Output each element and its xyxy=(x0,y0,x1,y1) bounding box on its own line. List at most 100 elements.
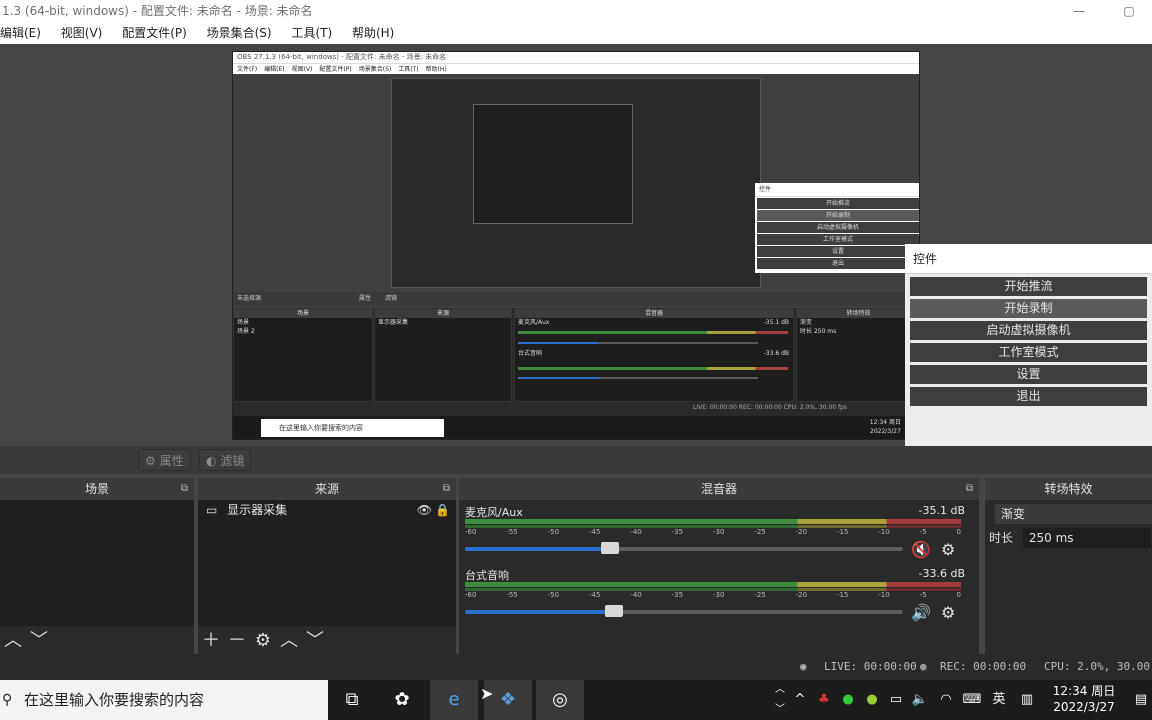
menu-tools[interactable]: 工具(T) xyxy=(283,22,340,44)
menu-view[interactable]: 视图(V) xyxy=(53,22,111,44)
task-view-icon[interactable]: ⧉ xyxy=(328,680,376,720)
menu-scene-collection[interactable]: 场景集合(S) xyxy=(199,22,280,44)
eye-icon[interactable]: 👁 xyxy=(417,500,432,520)
gear-icon[interactable]: ⚙ xyxy=(941,603,955,622)
taskbar-search[interactable]: ⚲ 在这里输入你要搜索的内容 xyxy=(0,680,328,720)
move-down-icon[interactable]: ﹀ xyxy=(26,628,52,654)
window-title-bar: 1.3 (64-bit, windows) - 配置文件: 未命名 - 场景: … xyxy=(0,0,1152,22)
gear-icon[interactable]: ⚙ xyxy=(941,540,955,559)
scenes-dock: 场景 ⧉ ︿ ﹀ xyxy=(0,478,194,654)
sources-list[interactable]: ▭ 显示器采集 👁 🔒 xyxy=(198,500,456,626)
nested-search: 在这里输入你要搜索的内容 xyxy=(261,419,444,437)
add-source-icon[interactable]: ＋ xyxy=(198,628,224,654)
level-meter xyxy=(465,519,961,524)
maximize-button[interactable]: ▢ xyxy=(1106,0,1152,22)
scenes-title: 场景 xyxy=(84,482,109,496)
nested-duration: 时长 250 ms xyxy=(797,327,919,336)
tray-scroll-icon[interactable]: ︿ ﹀ xyxy=(772,680,788,720)
nested-scene-item: 场景 2 xyxy=(237,328,255,335)
mixer-title: 混音器 xyxy=(700,482,737,496)
battery-icon[interactable]: ▭ xyxy=(886,680,906,720)
undock-icon[interactable]: ⧉ xyxy=(443,478,450,500)
taskbar-clock[interactable]: 12:34 周日 2022/3/27 xyxy=(1052,683,1116,715)
nested-controls: 控件 开始推流 开始录制 启动虚拟摄像机 工作室模式 设置 退出 xyxy=(755,183,919,273)
menu-profile[interactable]: 配置文件(P) xyxy=(114,22,195,44)
settings-button[interactable]: 设置 xyxy=(910,365,1147,384)
scale-tick: -35 xyxy=(671,528,684,536)
start-virtual-camera-button[interactable]: 启动虚拟摄像机 xyxy=(910,321,1147,340)
scale-tick: -60 xyxy=(465,591,477,599)
scale-tick: -45 xyxy=(588,528,601,536)
nested-filter: 滤镜 xyxy=(384,295,397,302)
scale-tick: -50 xyxy=(547,528,560,536)
nested-mic-db: -35.1 dB xyxy=(763,319,789,326)
controls-dock: 控件 开始推流 开始录制 启动虚拟摄像机 工作室模式 设置 退出 xyxy=(905,244,1152,450)
speaker-muted-icon[interactable]: 🔇 xyxy=(911,540,931,559)
tray-app-icon-2[interactable]: ● xyxy=(838,680,858,720)
exit-button[interactable]: 退出 xyxy=(910,387,1147,406)
scale-tick: -40 xyxy=(630,591,642,599)
app-icon[interactable]: ✿ xyxy=(378,680,426,720)
scale-tick: -10 xyxy=(878,528,890,536)
scale-tick: -45 xyxy=(588,591,601,599)
volume-slider[interactable] xyxy=(465,547,903,551)
ime-indicator[interactable]: 英 xyxy=(988,680,1010,720)
transition-select[interactable]: 渐变 xyxy=(995,504,1152,524)
move-down-icon[interactable]: ﹀ xyxy=(302,628,328,654)
nested-control: 开始推流 xyxy=(757,198,919,209)
studio-mode-button[interactable]: 工作室模式 xyxy=(910,343,1147,362)
filters-button[interactable]: ◐ 滤镜 xyxy=(199,449,252,471)
clock-date: 2022/3/27 xyxy=(1053,700,1115,714)
undock-icon[interactable]: ⧉ xyxy=(966,478,973,500)
keyboard-icon[interactable]: ⌨ xyxy=(960,680,984,720)
nested-sources-title: 来源 xyxy=(375,309,511,318)
volume-slider-handle[interactable] xyxy=(600,542,619,554)
window-title: 1.3 (64-bit, windows) - 配置文件: 未命名 - 场景: … xyxy=(2,4,313,18)
speaker-icon[interactable]: 🔊 xyxy=(911,603,931,622)
tray-app-icon[interactable]: ♣ xyxy=(814,680,834,720)
menu-edit[interactable]: 编辑(E) xyxy=(0,22,49,44)
move-up-icon[interactable]: ︿ xyxy=(0,628,26,654)
lock-icon[interactable]: 🔒 xyxy=(435,500,450,520)
minimize-button[interactable]: — xyxy=(1056,0,1102,22)
notification-icon[interactable]: ▤ xyxy=(1130,680,1152,720)
scale-tick: -10 xyxy=(878,591,890,599)
move-up-icon[interactable]: ︿ xyxy=(276,628,302,654)
volume-slider[interactable] xyxy=(465,610,903,614)
nested-propbar: 未选择源 属性 滤镜 xyxy=(233,292,919,306)
start-streaming-button[interactable]: 开始推流 xyxy=(910,277,1147,296)
tray-app-icon-3[interactable]: ● xyxy=(862,680,882,720)
rec-status: REC: 00:00:00 xyxy=(940,660,1027,673)
os-taskbar: ⚲ 在这里输入你要搜索的内容 ⧉ ✿ e ❖ ◎ ︿ ﹀ ^ ♣ ● ● ▭ 🔈 … xyxy=(0,680,1152,720)
meter-scale: -60 -55 -50 -45 -40 -35 -30 -25 -20 -15 -10 -5 0 xyxy=(465,591,961,599)
network-icon[interactable]: ◠ xyxy=(936,680,956,720)
show-hidden-icons-icon[interactable]: ^ xyxy=(792,680,808,720)
scale-tick: -50 xyxy=(547,591,560,599)
edge-browser-icon[interactable]: e xyxy=(430,680,478,720)
nested-taskbar: 在这里输入你要搜索的内容 12:34 周日 2022/3/27 xyxy=(233,416,919,439)
gear-icon[interactable]: ⚙ xyxy=(250,628,276,654)
obs-icon[interactable]: ◎ xyxy=(536,680,584,720)
source-item[interactable]: ▭ 显示器采集 👁 🔒 xyxy=(198,500,456,520)
nested-scenes: 场景 场景 场景 2 xyxy=(233,308,373,402)
scale-tick: -35 xyxy=(671,591,684,599)
mixer-toolbar xyxy=(459,628,979,654)
volume-icon[interactable]: 🔈 xyxy=(910,680,930,720)
search-placeholder: 在这里输入你要搜索的内容 xyxy=(24,691,205,709)
properties-button[interactable]: ⚙ 属性 xyxy=(138,449,191,471)
menu-help[interactable]: 帮助(H) xyxy=(344,22,402,44)
mixer-header: 混音器 ⧉ xyxy=(459,478,979,500)
ime-mode-icon[interactable]: ▥ xyxy=(1016,680,1038,720)
nested-preview-inner-2 xyxy=(473,104,633,224)
duration-input[interactable]: 250 ms xyxy=(1022,528,1151,548)
nested-menu-item: 场景集合(S) xyxy=(358,66,392,73)
nested-docks: 场景 场景 场景 2 来源 显示器采集 混音器 麦克风/Aux -35.1 dB… xyxy=(233,308,919,416)
undock-icon[interactable]: ⧉ xyxy=(181,478,188,500)
filters-label: 滤镜 xyxy=(220,454,245,468)
scenes-list[interactable] xyxy=(0,500,194,626)
start-recording-button[interactable]: 开始录制 xyxy=(910,299,1147,318)
gear-icon: ⚙ xyxy=(145,454,156,468)
remove-source-icon[interactable]: － xyxy=(224,628,250,654)
nested-control: 启动虚拟摄像机 xyxy=(757,222,919,233)
volume-slider-handle[interactable] xyxy=(604,605,623,617)
